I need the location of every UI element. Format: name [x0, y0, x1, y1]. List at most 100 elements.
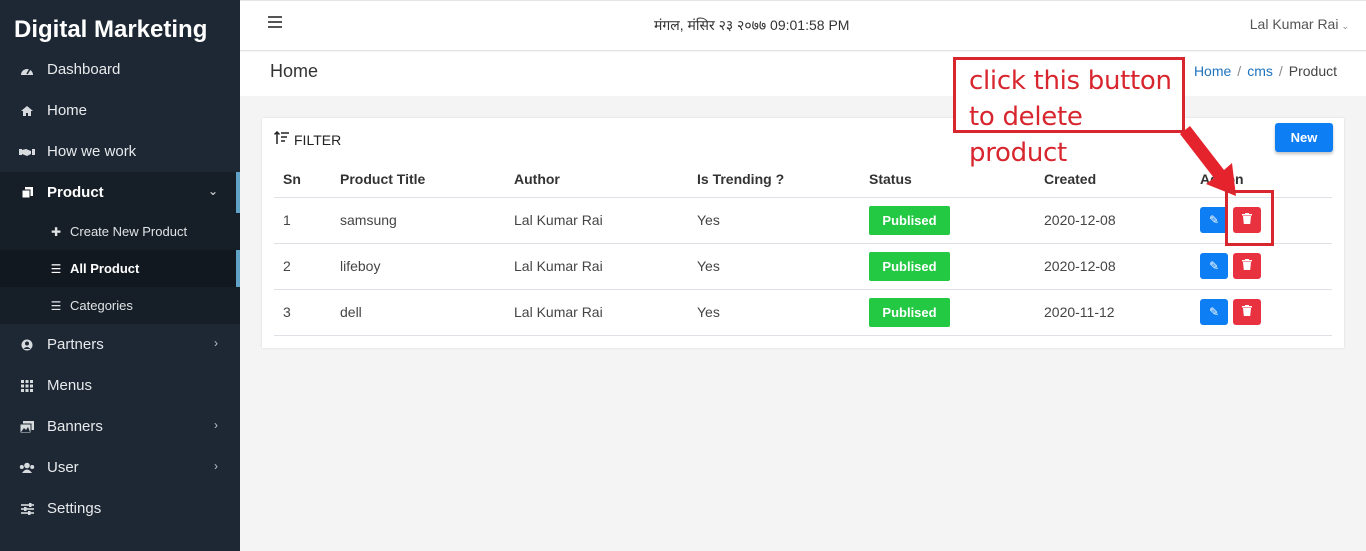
list-icon: ☰	[50, 261, 62, 276]
sidebar-item-label: Dashboard	[47, 61, 121, 78]
chevron-down-icon: ⌄	[207, 184, 218, 198]
trash-icon	[1242, 259, 1252, 273]
cell-sn: 1	[274, 197, 331, 244]
sidebar-item-menus[interactable]: Menus	[0, 365, 240, 406]
grid-icon	[19, 379, 35, 393]
sidebar-item-label: Product	[47, 184, 104, 201]
edit-button[interactable]: ✎	[1200, 253, 1228, 279]
new-product-button[interactable]: New	[1275, 123, 1333, 152]
user-menu[interactable]: Lal Kumar Rai ⌄	[1250, 16, 1349, 32]
cell-created: 2020-12-08	[1035, 197, 1191, 244]
users-icon	[19, 461, 35, 475]
sidebar: Digital Marketing Dashboard Home How we …	[0, 0, 240, 551]
sidebar-nav: Dashboard Home How we work Product ⌄ ✚ C…	[0, 49, 240, 529]
chevron-right-icon: ›	[214, 418, 218, 432]
cell-created: 2020-12-08	[1035, 243, 1191, 290]
cell-sn: 2	[274, 243, 331, 290]
edit-button[interactable]: ✎	[1200, 207, 1228, 233]
sidebar-item-label: Home	[47, 102, 88, 119]
sidebar-subitem-label: Categories	[70, 298, 133, 313]
user-circle-icon	[19, 338, 35, 352]
copy-icon	[19, 186, 35, 200]
sidebar-item-label: Settings	[47, 500, 102, 517]
sidebar-item-partners[interactable]: Partners ›	[0, 324, 240, 365]
cell-trending: Yes	[688, 197, 860, 244]
column-header-product-title: Product Title	[331, 161, 505, 198]
cell-author: Lal Kumar Rai	[505, 197, 688, 244]
filter-toggle[interactable]: FILTER	[273, 130, 342, 148]
cell-status: Publised	[860, 289, 1035, 336]
sidebar-item-dashboard[interactable]: Dashboard	[0, 49, 240, 90]
sidebar-item-how-we-work[interactable]: How we work	[0, 131, 240, 172]
sliders-icon	[19, 502, 35, 516]
cell-action: ✎	[1191, 289, 1332, 336]
handshake-icon	[19, 145, 35, 159]
sidebar-item-product[interactable]: Product ⌄	[0, 172, 240, 213]
top-navbar: मंगल, मंसिर २३ २०७७ 09:01:58 PM Lal Kuma…	[240, 0, 1366, 51]
sidebar-item-user[interactable]: User ›	[0, 447, 240, 488]
filter-label: FILTER	[294, 131, 342, 148]
cell-title: dell	[331, 289, 505, 336]
sidebar-subitem-create-new-product[interactable]: ✚ Create New Product	[0, 213, 240, 250]
sort-filter-icon	[273, 130, 290, 148]
current-datetime: मंगल, मंसिर २३ २०७७ 09:01:58 PM	[654, 17, 850, 33]
status-badge: Publised	[869, 297, 950, 327]
status-badge: Publised	[869, 205, 950, 235]
brand-title[interactable]: Digital Marketing	[14, 16, 207, 44]
cell-created: 2020-11-12	[1035, 289, 1191, 336]
breadcrumb-home[interactable]: Home	[1194, 63, 1231, 79]
sidebar-item-label: Menus	[47, 377, 93, 394]
plus-icon: ✚	[50, 224, 62, 239]
page-title: Home	[270, 61, 319, 81]
annotation-line-1: click this button	[969, 66, 1172, 96]
sidebar-item-settings[interactable]: Settings	[0, 488, 240, 529]
page-header: Home Home / cms / Product	[240, 52, 1366, 96]
dashboard-icon	[19, 63, 35, 77]
sidebar-item-label: How we work	[47, 143, 137, 160]
cell-trending: Yes	[688, 243, 860, 290]
breadcrumb-current: Product	[1288, 63, 1337, 79]
edit-button[interactable]: ✎	[1200, 299, 1228, 325]
edit-icon: ✎	[1208, 305, 1220, 319]
trash-icon	[1242, 305, 1252, 319]
breadcrumb-cms[interactable]: cms	[1247, 63, 1273, 79]
cell-status: Publised	[860, 243, 1035, 290]
annotation-line-2: to delete product	[969, 102, 1083, 168]
annotation-callout: click this button to delete product	[953, 57, 1185, 168]
sidebar-item-banners[interactable]: Banners ›	[0, 406, 240, 447]
sidebar-subitem-categories[interactable]: ☰ Categories	[0, 287, 240, 324]
sidebar-item-label: Banners	[47, 418, 103, 435]
cell-action: ✎	[1191, 243, 1332, 290]
annotation-highlight-box	[1225, 190, 1274, 246]
table-row: 3 dell Lal Kumar Rai Yes Publised 2020-1…	[274, 289, 1332, 336]
sidebar-subitem-label: All Product	[70, 261, 140, 276]
sidebar-subitem-label: Create New Product	[70, 224, 188, 239]
chevron-right-icon: ›	[214, 336, 218, 350]
cell-trending: Yes	[688, 289, 860, 336]
cell-sn: 3	[274, 289, 331, 336]
product-submenu: ✚ Create New Product ☰ All Product ☰ Cat…	[0, 213, 240, 324]
column-header-is-trending: Is Trending ?	[688, 161, 860, 198]
chevron-down-icon: ⌄	[1341, 21, 1349, 31]
cell-author: Lal Kumar Rai	[505, 289, 688, 336]
cell-title: lifeboy	[331, 243, 505, 290]
sidebar-item-label: Partners	[47, 336, 104, 353]
cell-status: Publised	[860, 197, 1035, 244]
images-icon	[19, 420, 35, 434]
sidebar-subitem-all-product[interactable]: ☰ All Product	[0, 250, 240, 287]
table-row: 2 lifeboy Lal Kumar Rai Yes Publised 202…	[274, 243, 1332, 290]
delete-button[interactable]	[1233, 299, 1261, 325]
cell-title: samsung	[331, 197, 505, 244]
sidebar-item-label: User	[47, 459, 79, 476]
cell-author: Lal Kumar Rai	[505, 243, 688, 290]
column-header-author: Author	[505, 161, 688, 198]
edit-icon: ✎	[1208, 259, 1220, 273]
status-badge: Publised	[869, 251, 950, 281]
delete-button[interactable]	[1233, 253, 1261, 279]
chevron-right-icon: ›	[214, 459, 218, 473]
hamburger-menu-icon[interactable]	[268, 16, 282, 28]
column-header-sn: Sn	[274, 161, 331, 198]
home-icon	[19, 104, 35, 118]
sidebar-item-home[interactable]: Home	[0, 90, 240, 131]
user-name: Lal Kumar Rai	[1249, 16, 1339, 32]
